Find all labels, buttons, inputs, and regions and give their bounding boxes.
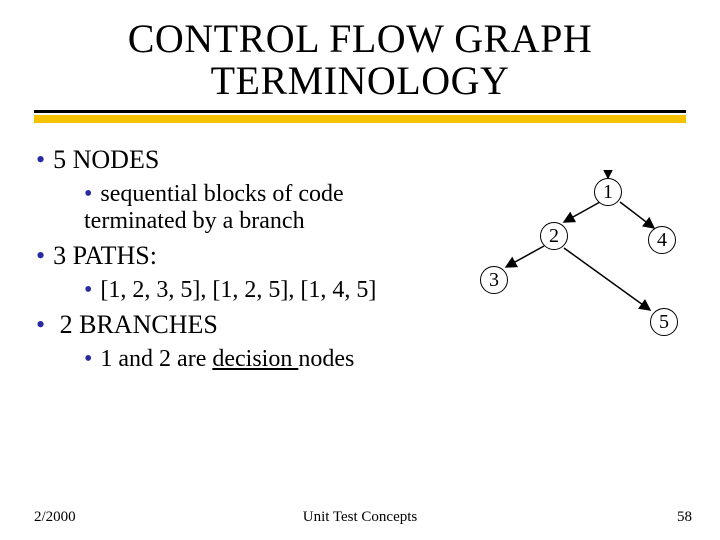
footer-date: 2/2000: [34, 509, 76, 526]
title-line-1: CONTROL FLOW GRAPH: [0, 18, 720, 60]
bullet-branches-sub-underlined: decision: [212, 346, 298, 372]
bullet-nodes-sub: •sequential blocks of code terminated by…: [84, 181, 444, 235]
rule-black: [34, 110, 686, 113]
flow-graph-diagram: 1 2 4 3 5: [444, 170, 684, 370]
rule-yellow: [34, 115, 686, 123]
diagram-edges: [444, 170, 684, 370]
node-4: 4: [648, 226, 676, 254]
node-1: 1: [594, 178, 622, 206]
bullet-dot-icon: •: [84, 277, 92, 303]
bullet-branches-sub-suffix: nodes: [298, 346, 354, 372]
title-line-2: TERMINOLOGY: [0, 60, 720, 102]
edge-2-3: [506, 246, 544, 267]
bullet-nodes-sub-text: sequential blocks of code terminated by …: [84, 181, 344, 234]
node-3: 3: [480, 266, 508, 294]
node-2: 2: [540, 222, 568, 250]
bullet-paths-label: 3 PATHS:: [53, 241, 157, 270]
bullet-dot-icon: •: [36, 145, 45, 174]
bullet-dot-icon: •: [36, 310, 45, 339]
bullet-branches-label: 2 BRANCHES: [60, 310, 218, 339]
bullet-dot-icon: •: [84, 346, 92, 372]
edge-1-4: [620, 202, 654, 228]
bullet-paths-sub-text: [1, 2, 3, 5], [1, 2, 5], [1, 4, 5]: [100, 277, 376, 303]
bullet-branches-sub-prefix: 1 and 2 are: [100, 346, 212, 372]
title-block: CONTROL FLOW GRAPH TERMINOLOGY: [0, 0, 720, 102]
slide: CONTROL FLOW GRAPH TERMINOLOGY •5 NODES …: [0, 0, 720, 540]
bullet-dot-icon: •: [36, 241, 45, 270]
edge-1-2: [564, 202, 600, 222]
footer-page-number: 58: [677, 509, 692, 526]
edge-2-5: [564, 248, 650, 310]
bullet-nodes-label: 5 NODES: [53, 145, 159, 174]
bullet-dot-icon: •: [84, 181, 92, 207]
node-5: 5: [650, 308, 678, 336]
footer-title: Unit Test Concepts: [303, 509, 418, 526]
title-rule: [34, 110, 686, 123]
